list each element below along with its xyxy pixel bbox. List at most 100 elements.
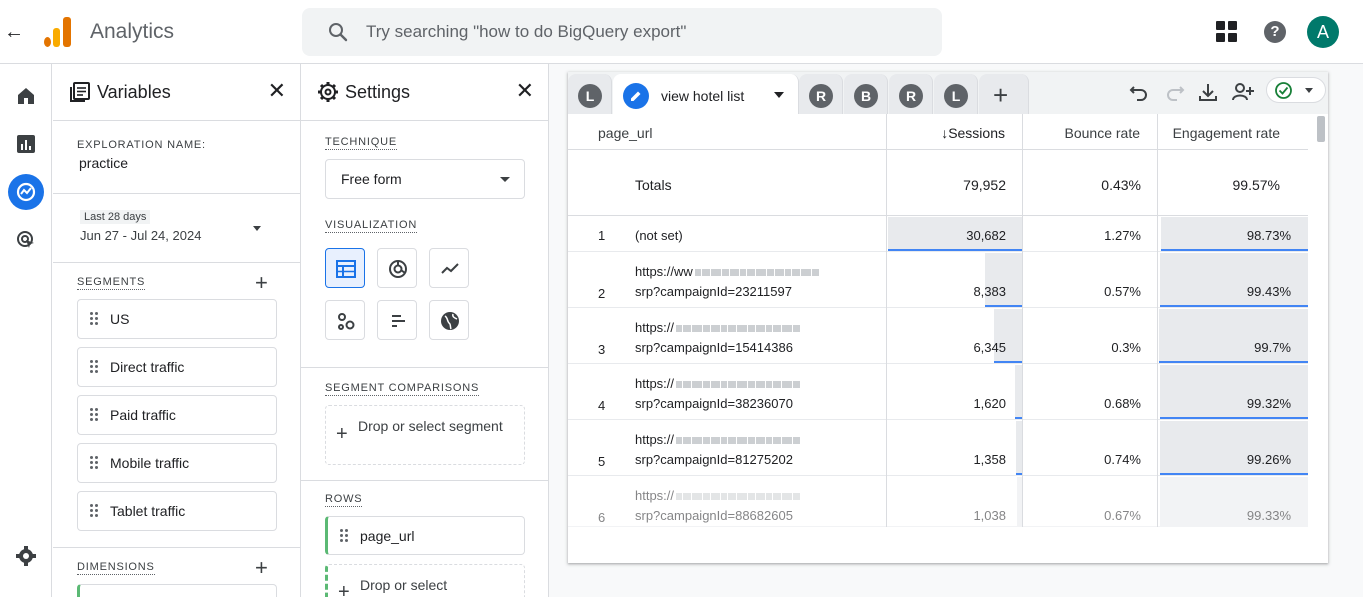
search-placeholder: Try searching "how to do BigQuery export… [366, 22, 687, 41]
header-bounce[interactable]: Bounce rate [1022, 114, 1157, 150]
nav-explore[interactable] [8, 174, 44, 210]
redo-icon[interactable] [1161, 78, 1189, 106]
table-row[interactable]: 5 https:// srp?campaignId=81275202 1,358 0.7… [568, 420, 1308, 476]
page-url-line2: srp?campaignId=23211597 [635, 284, 792, 299]
header-engagement[interactable]: Engagement rate [1157, 114, 1308, 150]
segment-dropzone-text: Drop or select segment [358, 418, 503, 434]
drag-handle-icon[interactable] [90, 312, 100, 326]
advertising-icon [17, 231, 34, 248]
segment-chip[interactable]: Paid traffic [77, 395, 277, 435]
viz-line-button[interactable] [429, 248, 469, 288]
viz-bar-button[interactable] [377, 300, 417, 340]
nav-admin[interactable] [8, 538, 44, 574]
rows-label: ROWS [325, 493, 363, 507]
table-row[interactable]: 3 https:// srp?campaignId=15414386 6,345 0.3… [568, 308, 1308, 364]
date-range-section[interactable]: Last 28 days Jun 27 - Jul 24, 2024 [53, 194, 300, 263]
row-number: 6 [598, 510, 606, 525]
tab-l[interactable]: L [568, 74, 612, 114]
segment-chip[interactable]: Mobile traffic [77, 443, 277, 483]
variables-panel: Variables ✕ EXPLORATION NAME: practice L… [53, 64, 301, 597]
chevron-down-icon [1305, 88, 1313, 93]
share-user-icon[interactable] [1228, 78, 1256, 106]
engagement-bar-line [1160, 305, 1308, 307]
drag-handle-icon[interactable] [90, 408, 100, 422]
exploration-name-input[interactable]: practice [79, 155, 128, 171]
dimension-chip[interactable] [77, 584, 277, 597]
apps-grid-icon[interactable] [1216, 21, 1238, 43]
table-row[interactable]: 2 https://ww srp?campaignId=23211597 8,383 0… [568, 252, 1308, 308]
exploration-name-label: EXPLORATION NAME: [77, 139, 206, 151]
segment-comparisons-label: SEGMENT COMPARISONS [325, 382, 480, 396]
redacted-text [676, 320, 801, 335]
chevron-down-icon[interactable] [774, 92, 784, 98]
bounce-rate-value: 0.57% [1104, 284, 1141, 299]
row-dimension-chip[interactable]: page_url [325, 516, 525, 555]
tab-b[interactable]: B [844, 74, 888, 114]
segment-chip[interactable]: Direct traffic [77, 347, 277, 387]
sessions-bar-line [888, 249, 1022, 251]
plus-icon: + [338, 581, 350, 597]
app-title: Analytics [90, 20, 175, 43]
technique-select[interactable]: Free form [325, 159, 525, 199]
drag-handle-icon[interactable] [90, 504, 100, 518]
plus-icon: + [993, 80, 1009, 110]
drag-handle-icon[interactable] [340, 529, 350, 543]
home-icon [18, 88, 34, 104]
close-icon[interactable]: ✕ [516, 79, 534, 103]
back-arrow-icon[interactable]: ← [4, 20, 24, 44]
technique-value: Free form [341, 171, 402, 187]
add-segment-icon[interactable]: + [255, 272, 268, 294]
row-dropzone[interactable]: + Drop or select [325, 564, 525, 597]
add-tab-button[interactable]: + [979, 74, 1029, 114]
drag-handle-icon[interactable] [90, 360, 100, 374]
avatar[interactable]: A [1307, 16, 1339, 48]
page-url: (not set) [635, 228, 683, 243]
table-row[interactable]: 6 https:// srp?campaignId=88682605 1,038 0.6… [568, 476, 1308, 527]
tab-l2[interactable]: L [934, 74, 978, 114]
date-caret-icon[interactable] [253, 226, 261, 231]
table-row[interactable]: 4 https:// srp?campaignId=38236070 1,620 0.6… [568, 364, 1308, 420]
nav-advertising[interactable] [8, 222, 44, 258]
totals-row: Totals 79,952 0.43% 99.57% [568, 150, 1308, 216]
reports-icon [17, 135, 35, 153]
viz-table-button[interactable] [325, 248, 365, 288]
segment-chip[interactable]: US [77, 299, 277, 339]
add-dimension-icon[interactable]: + [255, 557, 268, 579]
engagement-bar-line [1160, 473, 1308, 475]
bounce-rate-value: 0.74% [1104, 452, 1141, 467]
close-icon[interactable]: ✕ [268, 79, 286, 103]
drag-handle-icon[interactable] [90, 456, 100, 470]
page-url-line1: https://ww [635, 264, 820, 279]
undo-icon[interactable] [1125, 78, 1153, 106]
page-url-line1: https:// [635, 488, 801, 503]
visualization-label: VISUALIZATION [325, 219, 418, 233]
search-icon [329, 23, 348, 42]
tab-bar: L view hotel list R B R L + [568, 72, 1328, 114]
viz-geo-button[interactable] [429, 300, 469, 340]
search-bar[interactable]: Try searching "how to do BigQuery export… [302, 8, 942, 56]
viz-scatter-button[interactable] [325, 300, 365, 340]
tab-letter: L [578, 84, 602, 108]
segment-dropzone[interactable]: + Drop or select segment [325, 405, 525, 465]
engagement-bar-line [1159, 361, 1308, 363]
pencil-icon[interactable] [623, 83, 649, 109]
table-row[interactable]: 1 (not set) 30,682 1.27% 98.73% [568, 216, 1308, 252]
row-number: 3 [598, 342, 606, 357]
sessions-value: 8,383 [973, 284, 1006, 299]
header-sessions[interactable]: ↓Sessions [886, 114, 1022, 150]
nav-home[interactable] [8, 78, 44, 114]
nav-reports[interactable] [8, 126, 44, 162]
sessions-value: 1,358 [973, 452, 1006, 467]
scrollbar-thumb[interactable] [1317, 116, 1325, 142]
tab-r[interactable]: R [799, 74, 843, 114]
save-status-button[interactable] [1266, 77, 1326, 103]
gear-icon [318, 82, 338, 102]
help-icon[interactable]: ? [1264, 21, 1286, 43]
header-dimension[interactable]: page_url [568, 114, 886, 150]
date-range-text: Jun 27 - Jul 24, 2024 [80, 228, 202, 243]
viz-donut-button[interactable] [377, 248, 417, 288]
download-icon[interactable] [1194, 78, 1222, 106]
segment-chip[interactable]: Tablet traffic [77, 491, 277, 531]
tab-r2[interactable]: R [889, 74, 933, 114]
tab-view-hotel-list[interactable]: view hotel list [613, 74, 799, 114]
